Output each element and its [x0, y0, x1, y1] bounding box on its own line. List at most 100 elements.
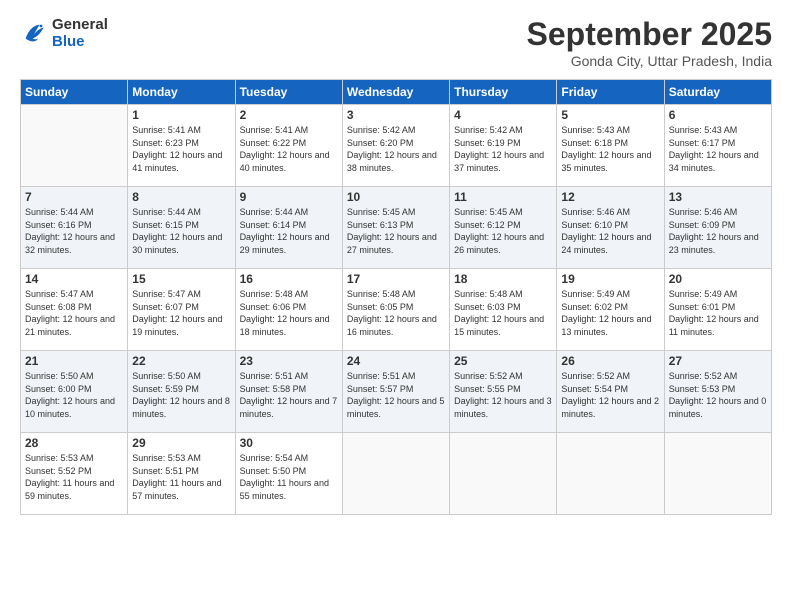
day-number: 24	[347, 354, 445, 368]
month-title: September 2025	[527, 16, 772, 53]
day-number: 22	[132, 354, 230, 368]
day-info: Sunrise: 5:52 AMSunset: 5:54 PMDaylight:…	[561, 370, 659, 420]
day-number: 19	[561, 272, 659, 286]
day-info: Sunrise: 5:51 AMSunset: 5:58 PMDaylight:…	[240, 370, 338, 420]
day-info: Sunrise: 5:49 AMSunset: 6:02 PMDaylight:…	[561, 288, 659, 338]
calendar-cell: 10 Sunrise: 5:45 AMSunset: 6:13 PMDayligh…	[342, 187, 449, 269]
location: Gonda City, Uttar Pradesh, India	[527, 53, 772, 69]
day-info: Sunrise: 5:47 AMSunset: 6:08 PMDaylight:…	[25, 288, 123, 338]
calendar-cell: 12 Sunrise: 5:46 AMSunset: 6:10 PMDayligh…	[557, 187, 664, 269]
calendar-cell	[21, 105, 128, 187]
calendar-week-row: 28Sunrise: 5:53 AMSunset: 5:52 PMDayligh…	[21, 433, 772, 515]
weekday-header-friday: Friday	[557, 80, 664, 105]
day-number: 4	[454, 108, 552, 122]
weekday-header-sunday: Sunday	[21, 80, 128, 105]
page: General Blue September 2025 Gonda City, …	[0, 0, 792, 612]
calendar-cell: 19 Sunrise: 5:49 AMSunset: 6:02 PMDayligh…	[557, 269, 664, 351]
calendar-cell	[342, 433, 449, 515]
day-info: Sunrise: 5:53 AMSunset: 5:51 PMDaylight:…	[132, 452, 230, 502]
day-number: 26	[561, 354, 659, 368]
day-info: Sunrise: 5:47 AMSunset: 6:07 PMDaylight:…	[132, 288, 230, 338]
calendar-cell: 28Sunrise: 5:53 AMSunset: 5:52 PMDayligh…	[21, 433, 128, 515]
calendar-cell: 18 Sunrise: 5:48 AMSunset: 6:03 PMDayligh…	[450, 269, 557, 351]
day-info: Sunrise: 5:45 AMSunset: 6:13 PMDaylight:…	[347, 206, 445, 256]
day-info: Sunrise: 5:44 AMSunset: 6:14 PMDaylight:…	[240, 206, 338, 256]
calendar-cell: 21 Sunrise: 5:50 AMSunset: 6:00 PMDayligh…	[21, 351, 128, 433]
calendar-cell: 4 Sunrise: 5:42 AMSunset: 6:19 PMDaylight…	[450, 105, 557, 187]
day-info: Sunrise: 5:42 AMSunset: 6:20 PMDaylight:…	[347, 124, 445, 174]
weekday-header-wednesday: Wednesday	[342, 80, 449, 105]
day-number: 1	[132, 108, 230, 122]
day-number: 14	[25, 272, 123, 286]
calendar-cell: 23 Sunrise: 5:51 AMSunset: 5:58 PMDayligh…	[235, 351, 342, 433]
day-number: 23	[240, 354, 338, 368]
day-info: Sunrise: 5:50 AMSunset: 5:59 PMDaylight:…	[132, 370, 230, 420]
day-info: Sunrise: 5:54 AMSunset: 5:50 PMDaylight:…	[240, 452, 338, 502]
logo-icon	[20, 19, 48, 47]
day-number: 30	[240, 436, 338, 450]
day-info: Sunrise: 5:52 AMSunset: 5:53 PMDaylight:…	[669, 370, 767, 420]
day-info: Sunrise: 5:52 AMSunset: 5:55 PMDaylight:…	[454, 370, 552, 420]
day-number: 13	[669, 190, 767, 204]
day-info: Sunrise: 5:49 AMSunset: 6:01 PMDaylight:…	[669, 288, 767, 338]
day-info: Sunrise: 5:50 AMSunset: 6:00 PMDaylight:…	[25, 370, 123, 420]
day-number: 2	[240, 108, 338, 122]
day-info: Sunrise: 5:46 AMSunset: 6:10 PMDaylight:…	[561, 206, 659, 256]
day-info: Sunrise: 5:41 AMSunset: 6:22 PMDaylight:…	[240, 124, 338, 174]
day-info: Sunrise: 5:43 AMSunset: 6:17 PMDaylight:…	[669, 124, 767, 174]
day-number: 20	[669, 272, 767, 286]
calendar-cell: 25 Sunrise: 5:52 AMSunset: 5:55 PMDayligh…	[450, 351, 557, 433]
calendar-cell: 16Sunrise: 5:48 AMSunset: 6:06 PMDayligh…	[235, 269, 342, 351]
day-info: Sunrise: 5:43 AMSunset: 6:18 PMDaylight:…	[561, 124, 659, 174]
calendar-cell: 22 Sunrise: 5:50 AMSunset: 5:59 PMDayligh…	[128, 351, 235, 433]
day-number: 9	[240, 190, 338, 204]
day-number: 28	[25, 436, 123, 450]
day-number: 16	[240, 272, 338, 286]
day-number: 17	[347, 272, 445, 286]
calendar-cell: 6 Sunrise: 5:43 AMSunset: 6:17 PMDaylight…	[664, 105, 771, 187]
day-info: Sunrise: 5:45 AMSunset: 6:12 PMDaylight:…	[454, 206, 552, 256]
day-number: 10	[347, 190, 445, 204]
day-number: 18	[454, 272, 552, 286]
day-number: 12	[561, 190, 659, 204]
weekday-header-tuesday: Tuesday	[235, 80, 342, 105]
weekday-header-thursday: Thursday	[450, 80, 557, 105]
day-number: 6	[669, 108, 767, 122]
day-number: 8	[132, 190, 230, 204]
calendar-cell: 30 Sunrise: 5:54 AMSunset: 5:50 PMDayligh…	[235, 433, 342, 515]
calendar-cell: 15Sunrise: 5:47 AMSunset: 6:07 PMDayligh…	[128, 269, 235, 351]
calendar-cell: 17Sunrise: 5:48 AMSunset: 6:05 PMDayligh…	[342, 269, 449, 351]
day-info: Sunrise: 5:41 AMSunset: 6:23 PMDaylight:…	[132, 124, 230, 174]
day-info: Sunrise: 5:48 AMSunset: 6:03 PMDaylight:…	[454, 288, 552, 338]
day-number: 3	[347, 108, 445, 122]
calendar-week-row: 1 Sunrise: 5:41 AMSunset: 6:23 PMDaylight…	[21, 105, 772, 187]
calendar-cell: 13Sunrise: 5:46 AMSunset: 6:09 PMDayligh…	[664, 187, 771, 269]
calendar-cell: 2 Sunrise: 5:41 AMSunset: 6:22 PMDaylight…	[235, 105, 342, 187]
calendar-cell: 26 Sunrise: 5:52 AMSunset: 5:54 PMDayligh…	[557, 351, 664, 433]
calendar-cell	[450, 433, 557, 515]
header: General Blue September 2025 Gonda City, …	[20, 16, 772, 69]
calendar-week-row: 7Sunrise: 5:44 AMSunset: 6:16 PMDaylight…	[21, 187, 772, 269]
day-info: Sunrise: 5:42 AMSunset: 6:19 PMDaylight:…	[454, 124, 552, 174]
calendar-cell: 11 Sunrise: 5:45 AMSunset: 6:12 PMDayligh…	[450, 187, 557, 269]
calendar-cell	[664, 433, 771, 515]
calendar-week-row: 14 Sunrise: 5:47 AMSunset: 6:08 PMDayligh…	[21, 269, 772, 351]
calendar-cell: 24Sunrise: 5:51 AMSunset: 5:57 PMDayligh…	[342, 351, 449, 433]
day-number: 29	[132, 436, 230, 450]
calendar-cell: 3 Sunrise: 5:42 AMSunset: 6:20 PMDaylight…	[342, 105, 449, 187]
calendar-week-row: 21 Sunrise: 5:50 AMSunset: 6:00 PMDayligh…	[21, 351, 772, 433]
day-number: 25	[454, 354, 552, 368]
calendar-table: SundayMondayTuesdayWednesdayThursdayFrid…	[20, 79, 772, 515]
day-number: 21	[25, 354, 123, 368]
logo-general: General	[52, 16, 108, 33]
calendar-cell	[557, 433, 664, 515]
calendar-cell: 7Sunrise: 5:44 AMSunset: 6:16 PMDaylight…	[21, 187, 128, 269]
weekday-header-saturday: Saturday	[664, 80, 771, 105]
title-block: September 2025 Gonda City, Uttar Pradesh…	[527, 16, 772, 69]
day-number: 11	[454, 190, 552, 204]
calendar-cell: 5Sunrise: 5:43 AMSunset: 6:18 PMDaylight…	[557, 105, 664, 187]
logo-text: General Blue	[52, 16, 108, 51]
logo-blue: Blue	[52, 33, 85, 50]
calendar-header-row: SundayMondayTuesdayWednesdayThursdayFrid…	[21, 80, 772, 105]
day-number: 27	[669, 354, 767, 368]
